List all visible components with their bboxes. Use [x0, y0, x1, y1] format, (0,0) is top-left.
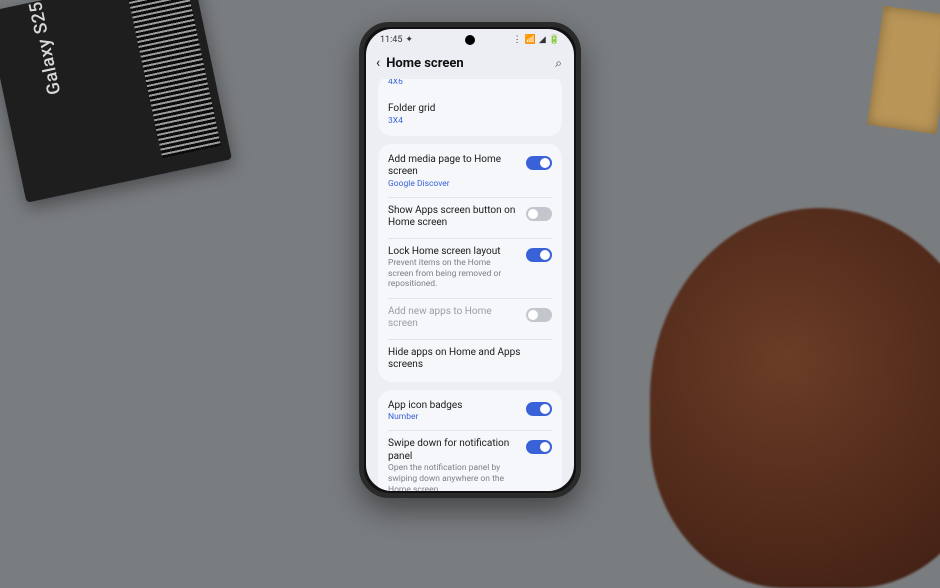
app-icon-badges-title: App icon badges — [388, 400, 518, 413]
lock-layout-toggle[interactable] — [526, 248, 552, 262]
add-media-subtitle: Google Discover — [388, 179, 518, 189]
settings-list[interactable]: 4X6 Folder grid 3X4 Add media page to Ho… — [366, 79, 574, 491]
show-apps-button-toggle[interactable] — [526, 207, 552, 221]
product-box: Galaxy S25 Ultra — [0, 0, 232, 203]
swipe-down-subtitle: Open the notification panel by swiping d… — [388, 463, 518, 491]
status-icon: ⋮ — [513, 35, 522, 45]
front-camera — [465, 35, 475, 45]
hide-apps-title: Hide apps on Home and Apps screens — [388, 347, 552, 372]
add-media-toggle[interactable] — [526, 156, 552, 170]
folder-grid-row[interactable]: Folder grid 3X4 — [378, 95, 562, 134]
swipe-down-toggle[interactable] — [526, 440, 552, 454]
lock-layout-title: Lock Home screen layout — [388, 246, 518, 259]
hand — [650, 208, 940, 588]
home-grid-block[interactable]: 4X6 Folder grid 3X4 — [378, 79, 562, 136]
lower-settings-block: App icon badges Number Swipe down for no… — [378, 390, 562, 491]
add-new-apps-toggle — [526, 308, 552, 322]
lock-layout-row[interactable]: Lock Home screen layout Prevent items on… — [378, 238, 562, 298]
main-settings-block: Add media page to Home screen Google Dis… — [378, 144, 562, 382]
folder-grid-title: Folder grid — [388, 103, 552, 116]
screen: 11:45 ✦ ⋮ 📶 ◢ 🔋 ‹ Home screen ⌕ 4X6 Fold… — [366, 29, 574, 491]
lock-layout-subtitle: Prevent items on the Home screen from be… — [388, 258, 518, 290]
swipe-down-title: Swipe down for notification panel — [388, 438, 518, 463]
wood-prop — [867, 6, 940, 135]
add-media-title: Add media page to Home screen — [388, 154, 518, 179]
show-apps-button-row[interactable]: Show Apps screen button on Home screen — [378, 197, 562, 238]
box-barcode — [127, 0, 221, 159]
swipe-down-row[interactable]: Swipe down for notification panel Open t… — [378, 430, 562, 491]
status-battery-icon: 🔋 — [549, 35, 560, 45]
add-media-row[interactable]: Add media page to Home screen Google Dis… — [378, 146, 562, 197]
app-icon-badges-row[interactable]: App icon badges Number — [378, 392, 562, 431]
status-time: 11:45 — [380, 35, 402, 45]
app-icon-badges-toggle[interactable] — [526, 402, 552, 416]
status-signal-icon: 📶 — [525, 35, 536, 45]
box-logo: Galaxy S25 Ultra — [16, 0, 66, 97]
status-data-icon: ◢ — [539, 35, 546, 45]
home-grid-value: 4X6 — [378, 79, 562, 95]
page-title: Home screen — [386, 56, 549, 71]
add-new-apps-row: Add new apps to Home screen — [378, 298, 562, 339]
show-apps-button-title: Show Apps screen button on Home screen — [388, 205, 518, 230]
add-new-apps-title: Add new apps to Home screen — [388, 306, 518, 331]
status-misc-icon: ✦ — [405, 35, 413, 45]
hide-apps-row[interactable]: Hide apps on Home and Apps screens — [378, 339, 562, 380]
phone-body: 11:45 ✦ ⋮ 📶 ◢ 🔋 ‹ Home screen ⌕ 4X6 Fold… — [359, 22, 581, 498]
folder-grid-value: 3X4 — [388, 116, 552, 126]
back-button[interactable]: ‹ — [376, 55, 380, 71]
search-icon[interactable]: ⌕ — [555, 56, 562, 71]
header: ‹ Home screen ⌕ — [366, 51, 574, 79]
app-icon-badges-subtitle: Number — [388, 412, 518, 422]
